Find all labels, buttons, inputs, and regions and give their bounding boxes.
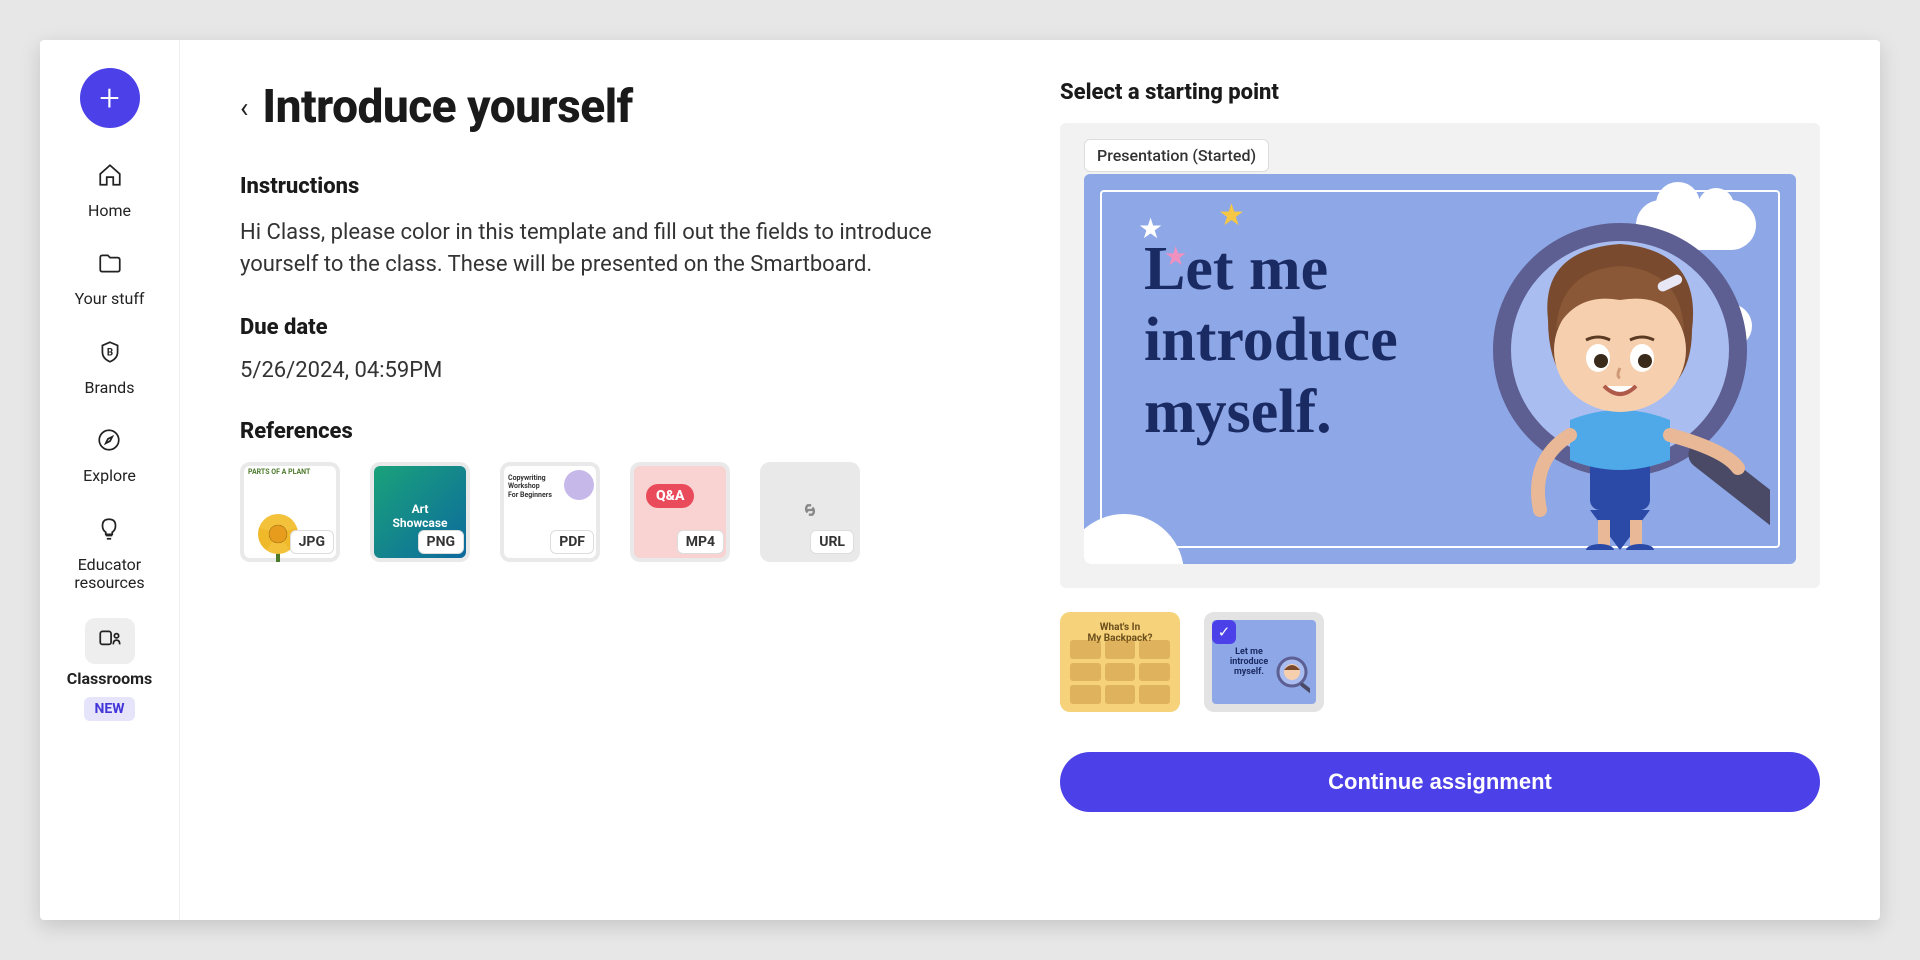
main-content: ‹ Introduce yourself Instructions Hi Cla… bbox=[180, 40, 1880, 920]
brand-icon: B bbox=[97, 339, 123, 369]
sidebar: + Home Your stuff B Brands Explore Educa… bbox=[40, 40, 180, 920]
home-icon bbox=[97, 162, 123, 192]
instructions-body: Hi Class, please color in this template … bbox=[240, 217, 1000, 281]
reference-pdf[interactable]: Copywriting Workshop For Beginners PDF bbox=[500, 462, 600, 562]
reference-mp4[interactable]: Q&A MP4 bbox=[630, 462, 730, 562]
sidebar-item-home[interactable]: Home bbox=[87, 158, 133, 220]
svg-text:B: B bbox=[106, 347, 112, 358]
references-heading: References bbox=[240, 419, 1010, 444]
lightbulb-icon bbox=[96, 516, 122, 546]
sidebar-item-your-stuff[interactable]: Your stuff bbox=[75, 246, 145, 308]
reference-tiny-title: PARTS OF A PLANT bbox=[248, 468, 310, 476]
app-window: + Home Your stuff B Brands Explore Educa… bbox=[40, 40, 1880, 920]
reference-type-badge: PDF bbox=[550, 530, 594, 554]
duedate-value: 5/26/2024, 04:59PM bbox=[240, 358, 1010, 383]
sidebar-item-label: Your stuff bbox=[75, 290, 145, 308]
compass-icon bbox=[96, 427, 122, 457]
page-title: Introduce yourself bbox=[262, 80, 632, 134]
girl-illustration bbox=[1470, 210, 1770, 554]
template-thumb-backpack[interactable]: What's In My Backpack? bbox=[1060, 612, 1180, 712]
duedate-heading: Due date bbox=[240, 315, 1010, 340]
reference-jpg[interactable]: PARTS OF A PLANT JPG bbox=[240, 462, 340, 562]
star-icon: ★ bbox=[1218, 198, 1245, 233]
reference-type-badge: JPG bbox=[290, 530, 334, 554]
reference-png-label: Art Showcase bbox=[370, 502, 470, 530]
instructions-heading: Instructions bbox=[240, 174, 1010, 199]
sidebar-item-brands[interactable]: B Brands bbox=[85, 335, 135, 397]
continue-assignment-button[interactable]: Continue assignment bbox=[1060, 752, 1820, 812]
status-badge: Presentation (Started) bbox=[1084, 139, 1269, 172]
link-icon bbox=[796, 496, 824, 528]
template-preview[interactable]: ★ ★ ★ Let me introduce myself. bbox=[1084, 174, 1796, 564]
back-button[interactable]: ‹ bbox=[240, 91, 248, 124]
reference-type-badge: URL bbox=[810, 530, 854, 554]
reference-url[interactable]: URL bbox=[760, 462, 860, 562]
sidebar-item-explore[interactable]: Explore bbox=[83, 423, 136, 485]
sidebar-item-classrooms[interactable]: Classrooms NEW bbox=[67, 618, 152, 720]
folder-icon bbox=[97, 250, 123, 280]
starting-point-heading: Select a starting point bbox=[1060, 80, 1820, 105]
reference-pdf-text: Copywriting Workshop For Beginners bbox=[508, 474, 552, 499]
reference-png[interactable]: Art Showcase PNG bbox=[370, 462, 470, 562]
add-button[interactable]: + bbox=[80, 68, 140, 128]
new-badge: NEW bbox=[84, 697, 134, 721]
assignment-details: ‹ Introduce yourself Instructions Hi Cla… bbox=[240, 80, 1010, 890]
sidebar-item-label: Educator resources bbox=[74, 556, 144, 593]
sidebar-item-label: Home bbox=[88, 202, 131, 220]
girl-mini-icon bbox=[1274, 656, 1310, 700]
preview-text: Let me introduce myself. bbox=[1144, 234, 1398, 448]
checkmark-icon: ✓ bbox=[1212, 620, 1236, 644]
plus-icon: + bbox=[99, 77, 119, 119]
reference-mp4-qa: Q&A bbox=[646, 484, 694, 508]
template-preview-wrap: Presentation (Started) ★ ★ ★ Let me intr… bbox=[1060, 123, 1820, 588]
classroom-icon bbox=[97, 626, 123, 656]
sidebar-item-label: Explore bbox=[83, 467, 136, 485]
reference-type-badge: PNG bbox=[418, 530, 464, 554]
starting-point-panel: Select a starting point Presentation (St… bbox=[1060, 80, 1820, 890]
sidebar-item-educator-resources[interactable]: Educator resources bbox=[74, 512, 144, 593]
sidebar-item-label: Brands bbox=[85, 379, 135, 397]
references-list: PARTS OF A PLANT JPG Art Showcase PNG Co… bbox=[240, 462, 1010, 562]
template-thumb-introduce[interactable]: Let me introduce myself. ✓ bbox=[1204, 612, 1324, 712]
continue-button-label: Continue assignment bbox=[1328, 769, 1552, 794]
template-thumbnails: What's In My Backpack? Let me introduce … bbox=[1060, 612, 1820, 712]
reference-type-badge: MP4 bbox=[677, 530, 724, 554]
sidebar-item-label: Classrooms bbox=[67, 670, 152, 688]
